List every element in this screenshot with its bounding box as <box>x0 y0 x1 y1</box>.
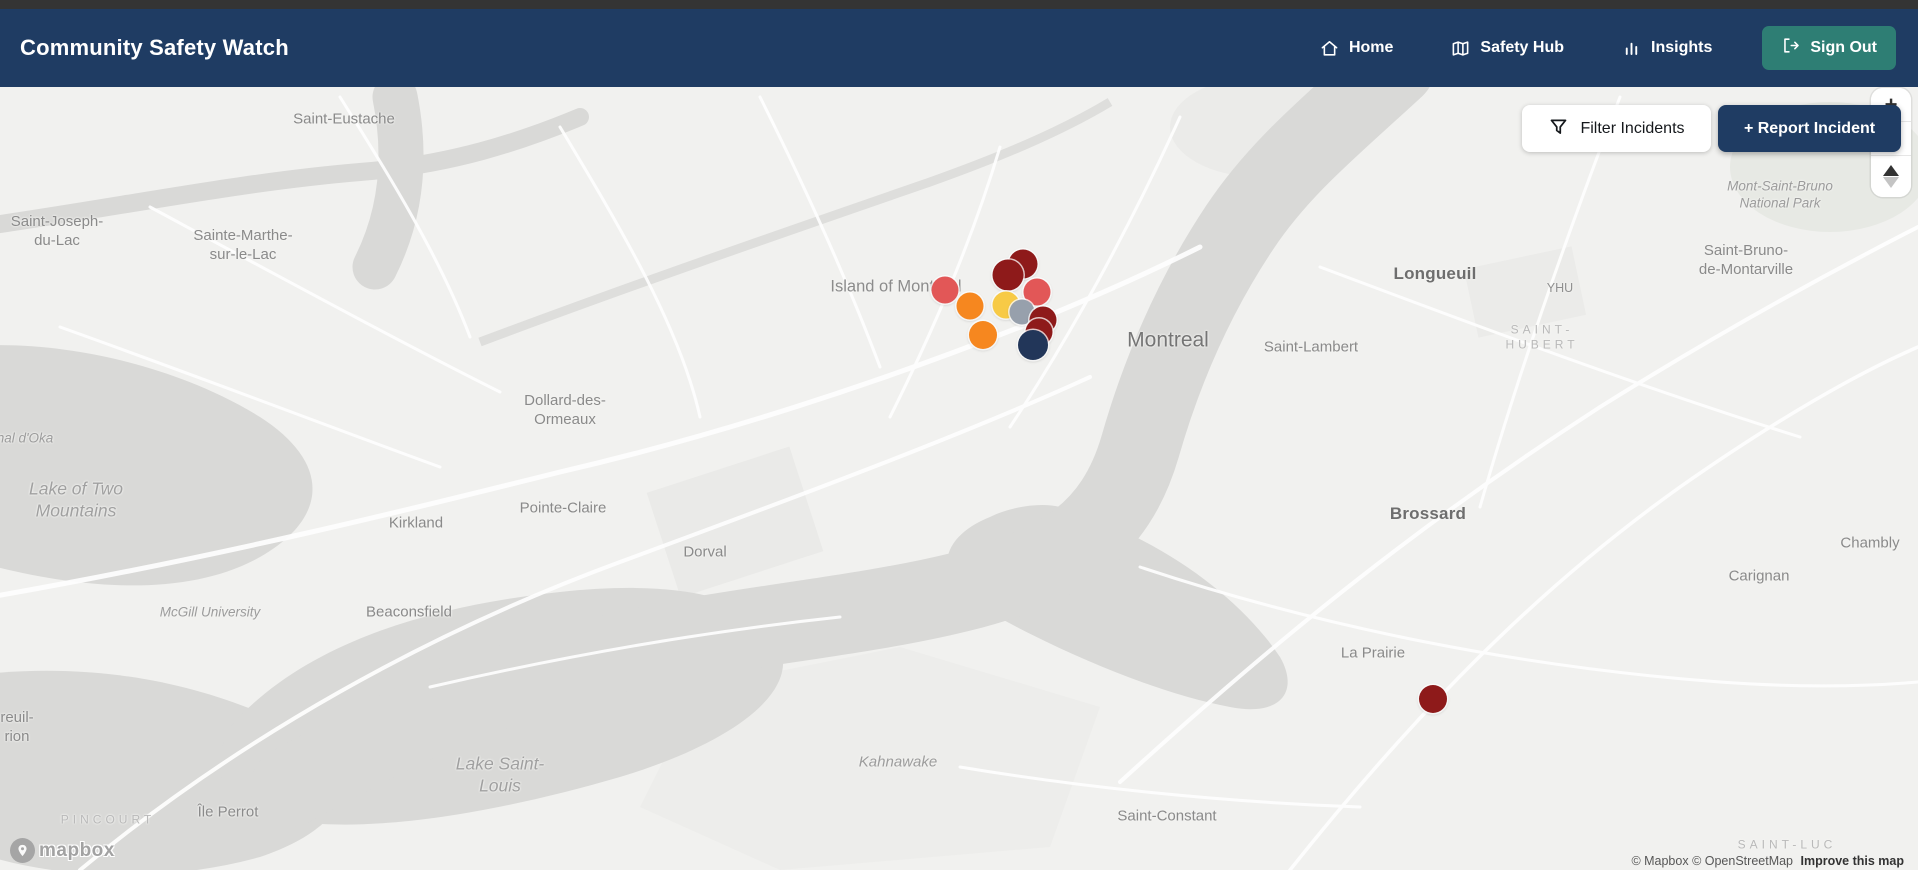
home-icon <box>1320 39 1339 58</box>
sign-out-icon <box>1781 36 1800 60</box>
report-incident-button[interactable]: + Report Incident <box>1718 105 1901 152</box>
filter-incidents-button[interactable]: Filter Incidents <box>1522 105 1711 152</box>
sign-out-button[interactable]: Sign Out <box>1762 26 1896 70</box>
main-nav: Home Safety Hub Insights Sign Out <box>1262 26 1896 70</box>
nav-item-home[interactable]: Home <box>1320 39 1393 58</box>
mapbox-logo-text: mapbox <box>39 839 115 861</box>
nav-item-label: Safety Hub <box>1480 39 1564 56</box>
incident-marker-orange[interactable] <box>956 292 984 320</box>
basemap-graphics <box>0 87 1918 870</box>
incident-marker-orange[interactable] <box>969 321 997 349</box>
app-title: Community Safety Watch <box>20 35 289 60</box>
incident-marker-red[interactable] <box>931 276 959 304</box>
insights-icon <box>1622 39 1641 58</box>
filter-funnel-icon <box>1548 116 1569 142</box>
window-chrome-strip <box>0 0 1918 9</box>
map-attribution: © Mapbox © OpenStreetMap Improve this ma… <box>1631 854 1904 868</box>
mapbox-logo[interactable]: mapbox <box>10 838 115 863</box>
mapbox-attribution-link[interactable]: © Mapbox <box>1631 854 1688 868</box>
compass-south-icon <box>1883 177 1899 188</box>
improve-map-link[interactable]: Improve this map <box>1801 854 1905 868</box>
map-canvas[interactable]: Saint-Eustache Saint-Joseph- du-Lac Sainte… <box>0 87 1918 870</box>
nav-item-label: Home <box>1348 39 1394 56</box>
incident-marker-darkred[interactable] <box>1419 685 1447 713</box>
sign-out-label: Sign Out <box>1810 39 1877 56</box>
compass-button[interactable] <box>1871 155 1911 197</box>
nav-item-insights[interactable]: Insights <box>1622 39 1712 58</box>
nav-item-label: Insights <box>1651 39 1713 56</box>
filter-incidents-label: Filter Incidents <box>1580 119 1685 137</box>
osm-attribution-link[interactable]: © OpenStreetMap <box>1692 854 1793 868</box>
incident-marker-navy[interactable] <box>1018 330 1048 360</box>
incident-marker-darkred[interactable] <box>992 259 1024 291</box>
mapbox-pin-icon <box>10 838 35 863</box>
compass-north-icon <box>1883 165 1899 176</box>
nav-item-safety-hub[interactable]: Safety Hub <box>1451 39 1564 58</box>
map-icon <box>1451 39 1470 58</box>
navbar: Community Safety Watch Home Safety Hub I… <box>0 9 1918 87</box>
